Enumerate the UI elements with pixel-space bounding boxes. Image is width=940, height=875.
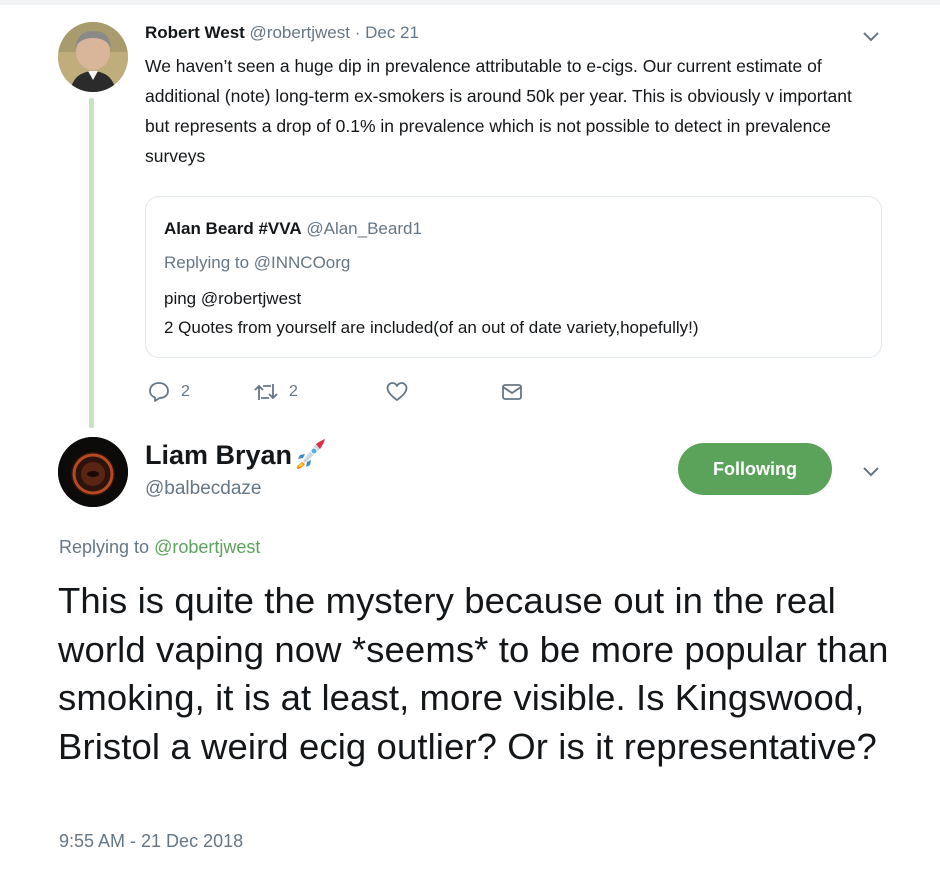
following-button[interactable]: Following (678, 443, 832, 495)
reply-count: 2 (181, 383, 190, 400)
quoted-author-name: Alan Beard #VVA (164, 219, 302, 238)
parent-tweet-header: Robert West @robertjwest · Dec 21 (145, 21, 419, 45)
main-author-handle[interactable]: @balbecdaze (145, 478, 261, 500)
retweet-button[interactable]: 2 (253, 378, 298, 406)
reply-button[interactable]: 2 (147, 378, 190, 406)
retweet-icon (253, 380, 279, 404)
replying-to-mention[interactable]: @robertjwest (154, 537, 260, 557)
parent-author-name[interactable]: Robert West (145, 23, 245, 42)
parent-tweet-date[interactable]: Dec 21 (365, 23, 419, 42)
chevron-down-icon[interactable] (861, 26, 881, 46)
direct-message-button[interactable] (500, 378, 524, 406)
quoted-tweet-card[interactable]: Alan Beard #VVA @Alan_Beard1 Replying to… (145, 196, 882, 358)
replying-to: Replying to @robertjwest (59, 537, 260, 558)
top-divider (0, 0, 940, 5)
quoted-text-line-2: 2 Quotes from yourself are included(of a… (164, 318, 699, 337)
like-button[interactable] (385, 378, 409, 406)
tweet-thread: Robert West @robertjwest · Dec 21 We hav… (0, 0, 940, 875)
rocket-icon (292, 436, 328, 472)
reply-icon (147, 380, 171, 404)
main-tweet-timestamp[interactable]: 9:55 AM - 21 Dec 2018 (59, 831, 243, 852)
avatar-liam-bryan[interactable] (58, 437, 128, 507)
main-tweet-text: This is quite the mystery because out in… (58, 580, 889, 767)
heart-icon (385, 380, 409, 404)
parent-author-handle[interactable]: @robertjwest (250, 23, 350, 42)
quoted-text-line-1: ping @robertjwest (164, 289, 302, 308)
chevron-down-icon[interactable] (861, 461, 881, 481)
envelope-icon (500, 380, 524, 404)
quoted-replying-to: Replying to @INNCOorg (164, 253, 351, 272)
quoted-tweet-header: Alan Beard #VVA @Alan_Beard1 (164, 218, 422, 240)
parent-tweet-actions: 2 2 (145, 378, 545, 406)
replying-to-prefix: Replying to (59, 537, 155, 557)
retweet-count: 2 (289, 383, 298, 400)
avatar-robert-west[interactable] (58, 22, 128, 92)
quoted-author-handle: @Alan_Beard1 (306, 219, 422, 238)
separator-dot: · (354, 23, 361, 42)
main-author-name[interactable]: Liam Bryan (145, 440, 292, 471)
parent-tweet-text: We haven’t seen a huge dip in prevalence… (145, 56, 852, 166)
thread-connector-line (89, 98, 94, 428)
